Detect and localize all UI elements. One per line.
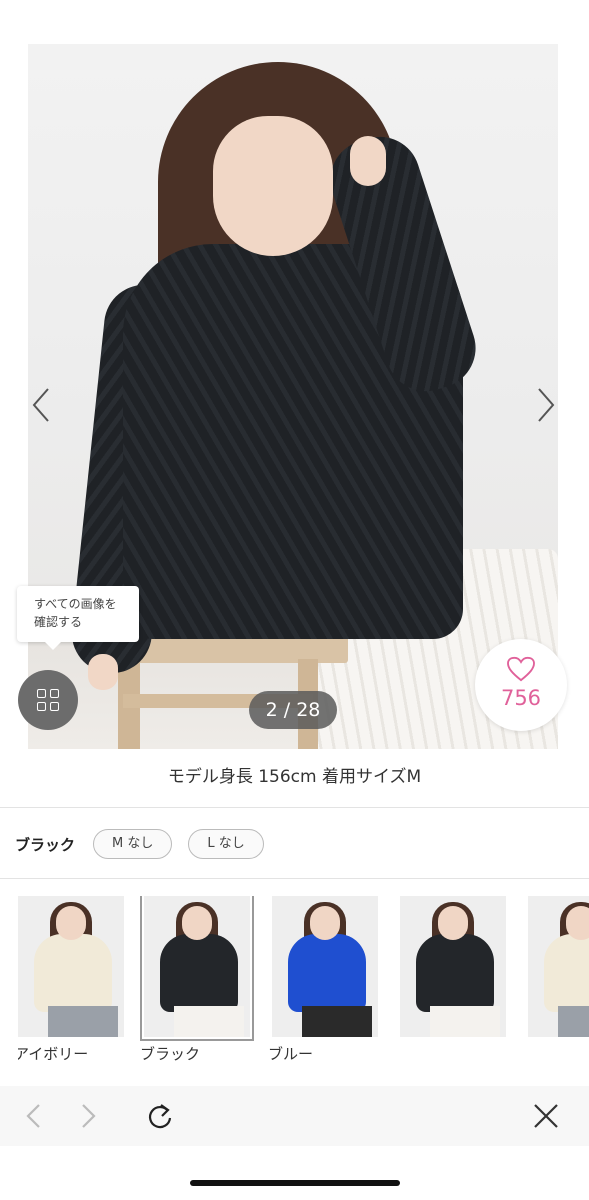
- browser-back-button[interactable]: [18, 1100, 50, 1132]
- browser-close-button[interactable]: [530, 1100, 562, 1132]
- favorite-button[interactable]: 756: [475, 639, 567, 731]
- color-thumb-ivory-alt[interactable]: [528, 896, 589, 1037]
- chevron-left-icon: [26, 1104, 40, 1128]
- divider: [0, 807, 589, 808]
- divider: [0, 878, 589, 879]
- image-model-face: [213, 116, 333, 256]
- thumb-image: [18, 896, 124, 1037]
- color-label: アイボリー: [18, 1045, 89, 1063]
- tooltip-line: すべての画像を: [34, 597, 117, 611]
- heart-icon: [507, 656, 535, 682]
- size-chip-m[interactable]: M なし: [93, 829, 173, 859]
- stock-row: ブラック M なし L なし: [15, 829, 280, 859]
- color-label: ブルー: [268, 1045, 314, 1063]
- chevron-right-icon: [538, 388, 555, 422]
- thumb-image: [140, 896, 254, 1041]
- color-label: ブラック: [140, 1045, 201, 1063]
- thumb-image: [528, 896, 589, 1037]
- gallery-next-button[interactable]: [531, 385, 559, 425]
- view-all-images-tooltip: すべての画像を 確認する: [17, 586, 139, 650]
- thumb-image: [272, 896, 378, 1037]
- favorite-count: 756: [500, 686, 542, 710]
- chevron-right-icon: [82, 1104, 96, 1128]
- model-info: モデル身長 156cm 着用サイズM: [167, 767, 422, 787]
- image-model-hand: [350, 136, 386, 186]
- browser-forward-button[interactable]: [72, 1100, 104, 1132]
- size-chip-l[interactable]: L なし: [188, 829, 264, 859]
- grid-icon: [37, 689, 59, 711]
- selected-color-name: ブラック: [15, 835, 76, 854]
- image-model-hand: [88, 654, 118, 690]
- color-thumb-black[interactable]: ブラック: [140, 896, 254, 1064]
- product-main-image[interactable]: [28, 44, 558, 749]
- color-thumb-blue[interactable]: ブルー: [268, 896, 378, 1064]
- image-counter: 2 / 28: [249, 691, 337, 729]
- color-thumb-black-alt[interactable]: [400, 896, 506, 1037]
- color-thumb-ivory[interactable]: アイボリー: [18, 896, 124, 1064]
- tooltip-line: 確認する: [34, 615, 83, 629]
- thumb-image: [400, 896, 506, 1037]
- reload-icon: [148, 1104, 172, 1129]
- chevron-left-icon: [32, 388, 49, 422]
- browser-toolbar: [0, 1086, 589, 1146]
- home-indicator[interactable]: [190, 1180, 400, 1186]
- close-icon: [534, 1104, 558, 1128]
- view-all-images-button[interactable]: [18, 670, 78, 730]
- browser-reload-button[interactable]: [144, 1100, 176, 1132]
- color-thumbnail-list: アイボリー ブラック ブルー: [18, 896, 589, 1066]
- gallery-prev-button[interactable]: [28, 385, 56, 425]
